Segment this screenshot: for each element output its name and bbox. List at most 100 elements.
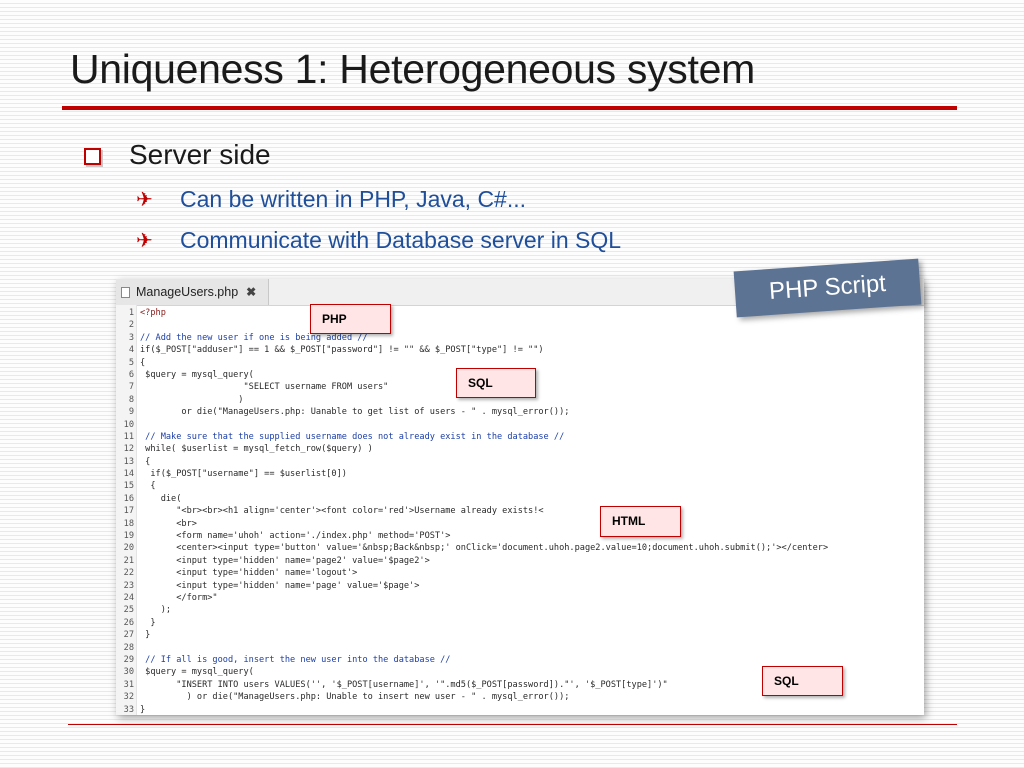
tab-label: ManageUsers.php bbox=[136, 285, 239, 299]
code-text: "INSERT INTO users VALUES('', '$_POST[us… bbox=[140, 679, 668, 690]
line-number: 4 bbox=[128, 345, 134, 356]
code-line: 26 } bbox=[116, 617, 924, 629]
line-number: 15 bbox=[123, 481, 134, 492]
line-number: 28 bbox=[123, 642, 134, 653]
code-line: 33} bbox=[116, 704, 924, 716]
line-number: 10 bbox=[123, 419, 134, 430]
file-icon bbox=[121, 286, 130, 298]
code-text: } bbox=[140, 617, 156, 628]
code-line: 23 <input type='hidden' name='page' valu… bbox=[116, 580, 924, 592]
code-text: <form name='uhoh' action='./index.php' m… bbox=[140, 531, 451, 542]
code-text: // If all is good, insert the new user i… bbox=[140, 654, 451, 665]
html-label: HTML bbox=[600, 506, 681, 537]
code-text: "SELECT username FROM users" bbox=[140, 382, 389, 393]
code-text: } bbox=[140, 704, 146, 715]
bullet-server-side: Server side bbox=[84, 139, 271, 171]
line-number: 2 bbox=[128, 320, 134, 331]
airplane-bullet-icon: ✈ bbox=[136, 189, 153, 211]
code-text: { bbox=[140, 481, 156, 492]
code-text: </form>" bbox=[140, 592, 218, 603]
code-line: 12 while( $userlist = mysql_fetch_row($q… bbox=[116, 443, 924, 455]
code-text: <input type='hidden' name='page2' value=… bbox=[140, 555, 430, 566]
line-number: 25 bbox=[123, 605, 134, 616]
line-number: 21 bbox=[123, 555, 134, 566]
code-text: $query = mysql_query( bbox=[140, 369, 254, 380]
line-number: 17 bbox=[123, 506, 134, 517]
code-line: 24 </form>" bbox=[116, 592, 924, 604]
line-number: 30 bbox=[123, 667, 134, 678]
sub-bullet-text: Can be written in PHP, Java, C#... bbox=[180, 186, 527, 212]
code-text: { bbox=[140, 357, 146, 368]
footer-rule bbox=[68, 724, 957, 725]
code-text: die( bbox=[140, 493, 182, 504]
line-number: 22 bbox=[123, 568, 134, 579]
line-number: 9 bbox=[128, 407, 134, 418]
line-number: 12 bbox=[123, 444, 134, 455]
sql-label: SQL bbox=[762, 666, 843, 696]
code-text: } bbox=[140, 630, 151, 641]
code-line: 2 bbox=[116, 319, 924, 331]
code-line: 21 <input type='hidden' name='page2' val… bbox=[116, 555, 924, 567]
code-line: 14 if($_POST["username"] == $userlist[0]… bbox=[116, 468, 924, 480]
code-text: <input type='hidden' name='page' value='… bbox=[140, 580, 420, 591]
code-line: 17 "<br><br><h1 align='center'><font col… bbox=[116, 505, 924, 517]
code-line: 18 <br> bbox=[116, 518, 924, 530]
code-line: 27 } bbox=[116, 629, 924, 641]
code-line: 4 if($_POST["adduser"] == 1 && $_POST["pa… bbox=[116, 344, 924, 356]
line-number: 27 bbox=[123, 630, 134, 641]
php-label: PHP bbox=[310, 304, 391, 334]
line-number: 11 bbox=[123, 431, 134, 442]
line-number: 18 bbox=[123, 518, 134, 529]
line-number: 24 bbox=[123, 592, 134, 603]
line-number: 32 bbox=[123, 692, 134, 703]
code-line: 11 // Make sure that the supplied userna… bbox=[116, 431, 924, 443]
title-underline bbox=[62, 106, 957, 110]
close-icon[interactable]: ✖ bbox=[246, 285, 256, 299]
code-line: 25 ); bbox=[116, 604, 924, 616]
code-line: 3// Add the new user if one is being add… bbox=[116, 332, 924, 344]
code-line: 29 // If all is good, insert the new use… bbox=[116, 654, 924, 666]
code-text: if($_POST["username"] == $userlist[0]) bbox=[140, 469, 347, 480]
line-number: 20 bbox=[123, 543, 134, 554]
line-number: 23 bbox=[123, 580, 134, 591]
line-number: 5 bbox=[128, 357, 134, 368]
line-number: 31 bbox=[123, 679, 134, 690]
airplane-bullet-icon: ✈ bbox=[136, 230, 153, 252]
line-number: 3 bbox=[128, 332, 134, 343]
code-line: 9 or die("ManageUsers.php: Uanable to ge… bbox=[116, 406, 924, 418]
code-text: $query = mysql_query( bbox=[140, 667, 254, 678]
code-line: 22 <input type='hidden' name='logout'> bbox=[116, 567, 924, 579]
bullet-text: Server side bbox=[129, 139, 271, 170]
line-number: 8 bbox=[128, 394, 134, 405]
code-text: // Make sure that the supplied username … bbox=[140, 431, 565, 442]
code-line: 20 <center><input type='button' value='&… bbox=[116, 542, 924, 554]
code-text: <input type='hidden' name='logout'> bbox=[140, 568, 358, 579]
code-line: 13 { bbox=[116, 456, 924, 468]
line-number: 19 bbox=[123, 531, 134, 542]
code-text: while( $userlist = mysql_fetch_row($quer… bbox=[140, 444, 373, 455]
code-line: 10 bbox=[116, 419, 924, 431]
sub-bullet-languages: ✈ Can be written in PHP, Java, C#... bbox=[136, 186, 526, 213]
line-number: 29 bbox=[123, 654, 134, 665]
line-number: 1 bbox=[128, 308, 134, 318]
code-text: if($_POST["adduser"] == 1 && $_POST["pas… bbox=[140, 345, 544, 356]
code-text: ) or die("ManageUsers.php: Unable to ins… bbox=[140, 692, 570, 703]
code-line: 28 bbox=[116, 642, 924, 654]
code-text: or die("ManageUsers.php: Uanable to get … bbox=[140, 407, 570, 418]
line-number: 16 bbox=[123, 493, 134, 504]
checkbox-bullet-icon bbox=[84, 147, 101, 165]
line-number: 14 bbox=[123, 469, 134, 480]
sql-label: SQL bbox=[456, 368, 536, 398]
code-text: "<br><br><h1 align='center'><font color=… bbox=[140, 506, 544, 517]
line-number: 26 bbox=[123, 617, 134, 628]
code-text: ) bbox=[140, 394, 244, 405]
line-number: 7 bbox=[128, 382, 134, 393]
code-text: <center><input type='button' value='&nbs… bbox=[140, 543, 829, 554]
code-text: ); bbox=[140, 605, 172, 616]
code-line: 16 die( bbox=[116, 493, 924, 505]
line-number: 33 bbox=[123, 704, 134, 715]
code-editor-screenshot: ManageUsers.php ✖ 1 <?php 2 3// Add the new… bbox=[116, 279, 924, 715]
slide-title: Uniqueness 1: Heterogeneous system bbox=[70, 46, 755, 92]
tab-manageusers[interactable]: ManageUsers.php ✖ bbox=[116, 279, 269, 305]
code-line: 15 { bbox=[116, 480, 924, 492]
